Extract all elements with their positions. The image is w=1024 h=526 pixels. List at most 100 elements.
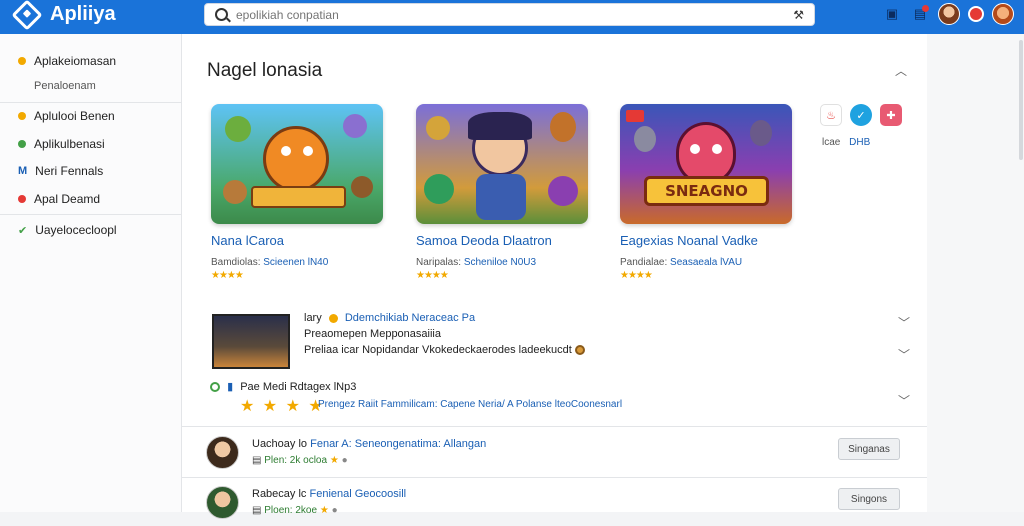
featured-thumbnail[interactable] (212, 314, 290, 369)
sidebar: Aplakeiomasan Penaloenam Aplulooi Benen … (0, 34, 182, 512)
row-action-button[interactable]: Singons (838, 488, 900, 510)
meta-label: Pandialae: (620, 257, 668, 268)
library-icon (18, 140, 26, 148)
user-name: Rabecay lc (252, 488, 307, 500)
meta-text: Ploen: 2koe (264, 505, 318, 516)
meta-link[interactable]: Scieenen lN40 (263, 257, 328, 268)
game-thumbnail[interactable]: SNEAGNO (620, 104, 792, 224)
review-link[interactable]: Prengez Raiit Fammilicam: Capene Neria/ … (318, 399, 622, 410)
user-avatar[interactable] (992, 3, 1014, 25)
sidebar-item-home[interactable]: Aplakeiomasan (18, 54, 116, 68)
expand-chevron-icon[interactable]: ﹀ (898, 392, 910, 409)
meta-link[interactable]: Scheniloe N0U3 (464, 257, 536, 268)
sidebar-item-label: Aplikulbenasi (34, 137, 105, 151)
sidebar-item-label: Aplakeiomasan (34, 54, 117, 68)
library-icon[interactable]: ▣ (882, 4, 902, 24)
sidebar-item-developer[interactable]: ✔ Uayelocecloopl (18, 223, 117, 237)
deals-icon (18, 195, 26, 203)
pad-icon[interactable]: ✚ (880, 104, 902, 126)
medal-icon (328, 313, 338, 323)
header-actions: ▣ ▤ (882, 3, 1014, 25)
sidebar-item-new[interactable]: M Neri Fennals (18, 164, 103, 178)
featured-description: Preliaa icar Nopidandar Vkokedeckaerodes… (304, 344, 585, 356)
desc-part: Nopidandar (362, 344, 419, 356)
item-link[interactable]: Fenar A: Seneongenatima: Allangan (310, 438, 486, 450)
item-link[interactable]: Fenienal Geocoosill (309, 488, 406, 500)
list-item: Rabecay lc Fenienal Geocoosill ▤ Ploen: … (206, 486, 906, 526)
meta-label: Bamdiolas: (211, 257, 261, 268)
sidebar-subitem[interactable]: Penaloenam (34, 80, 96, 92)
sidebar-item-applications[interactable]: Aplulooi Benen (18, 109, 115, 123)
sidebar-item-deals[interactable]: Apal Deamd (18, 192, 100, 206)
app-card[interactable]: Nana lCaroa Bamdiolas: Scieenen lN40 ★★★… (211, 104, 383, 281)
sidebar-divider (0, 214, 182, 215)
divider (182, 477, 927, 478)
caption-link[interactable]: DHB (849, 137, 870, 148)
sidebar-item-library[interactable]: Aplikulbenasi (18, 137, 105, 151)
magic-wand-icon[interactable]: ⚒ (793, 8, 804, 22)
main-content: Nagel lonasia ︿ Nana lCaroa Bamdiolas: S… (182, 34, 927, 519)
star-icon: ★ (319, 505, 329, 516)
avatar[interactable] (206, 486, 239, 519)
search-input[interactable] (236, 7, 794, 22)
list-item-meta: ▤ Ploen: 2koe ★ ● (252, 505, 338, 516)
sidebar-item-label: Apal Deamd (34, 192, 101, 206)
notification-icon[interactable]: ▤ (910, 4, 930, 24)
scrollbar[interactable] (1019, 40, 1023, 160)
featured-link[interactable]: Ddemchikiab Neraceac Pa (345, 312, 475, 324)
sidebar-item-label: Neri Fennals (35, 164, 104, 178)
bookmark-icon: ▮ (227, 381, 234, 393)
meta-link[interactable]: Seasaeala lVAU (670, 257, 742, 268)
desc-part: Vkokedeckaerodes ladeekucdt (422, 344, 572, 356)
info-icon: ● (341, 455, 348, 466)
apps-icon (18, 112, 26, 120)
status-badge[interactable] (968, 6, 984, 22)
bird-icon[interactable]: ✓ (850, 104, 872, 126)
sidebar-item-label: Aplulooi Benen (34, 109, 115, 123)
rating-stars: ★★★★ (620, 270, 653, 281)
app-card[interactable]: SNEAGNO Eagexias Noanal Vadke Pandialae:… (620, 104, 792, 281)
row-action-button[interactable]: Singanas (838, 438, 900, 460)
expand-chevron-icon[interactable]: ﹀ (898, 314, 910, 331)
game-thumbnail[interactable] (211, 104, 383, 224)
game-logo: SNEAGNO (644, 176, 769, 206)
avatar[interactable] (206, 436, 239, 469)
app-title[interactable]: Nana lCaroa (211, 233, 383, 248)
list-item-title: Rabecay lc Fenienal Geocoosill (252, 488, 406, 500)
featured-prefix: lary (304, 312, 322, 324)
expand-chevron-icon[interactable]: ﹀ (898, 346, 910, 363)
app-title[interactable]: Samoa Deoda Dlaatron (416, 233, 588, 248)
top-bar: Apliiya ⚒ ▣ ▤ (0, 0, 1024, 34)
fire-icon[interactable]: ♨ (820, 104, 842, 126)
app-logo[interactable]: Apliiya (11, 0, 116, 31)
meta-label: Naripalas: (416, 257, 462, 268)
list-item-meta: ▤ Plen: 2k ocloa ★ ● (252, 455, 348, 466)
app-title[interactable]: Eagexias Noanal Vadke (620, 233, 792, 248)
list-item: Uachoay lo Fenar A: Seneongenatima: Alla… (206, 436, 906, 476)
rating-stars: ★★★★ (211, 270, 244, 281)
m-icon: M (18, 165, 28, 177)
desc-part: Preliaa icar (304, 344, 360, 356)
sidebar-divider (0, 102, 182, 103)
search-bar[interactable]: ⚒ (204, 3, 815, 26)
caption-text: lcae (822, 137, 841, 148)
collapse-chevron-icon[interactable]: ︿ (895, 62, 907, 79)
meta-text: Plen: 2k ocloa (264, 455, 328, 466)
app-card[interactable]: Samoa Deoda Dlaatron Naripalas: Schenilo… (416, 104, 588, 281)
info-icon: ● (331, 505, 338, 516)
review-heading: ▮ Pae Medi Rdtagex lNp3 (210, 380, 356, 393)
logo-icon (11, 0, 43, 31)
user-name: Uachoay lo (252, 438, 308, 450)
featured-title: lary Ddemchikiab Neraceac Pa (304, 312, 475, 324)
game-thumbnail[interactable] (416, 104, 588, 224)
radio-icon[interactable] (210, 382, 220, 393)
app-meta: Naripalas: Scheniloe N0U3 (416, 257, 588, 268)
friend-avatar[interactable] (938, 3, 960, 25)
search-icon (215, 8, 228, 21)
platform-icons: ♨ ✓ ✚ (820, 104, 902, 126)
list-item-title: Uachoay lo Fenar A: Seneongenatima: Alla… (252, 438, 486, 450)
sidebar-item-label: Uayelocecloopl (35, 223, 117, 237)
box-icon: ▤ (252, 505, 262, 516)
review-stars: ★ ★ ★ ★ (240, 398, 325, 415)
app-meta: Pandialae: Seasaeala lVAU (620, 257, 792, 268)
